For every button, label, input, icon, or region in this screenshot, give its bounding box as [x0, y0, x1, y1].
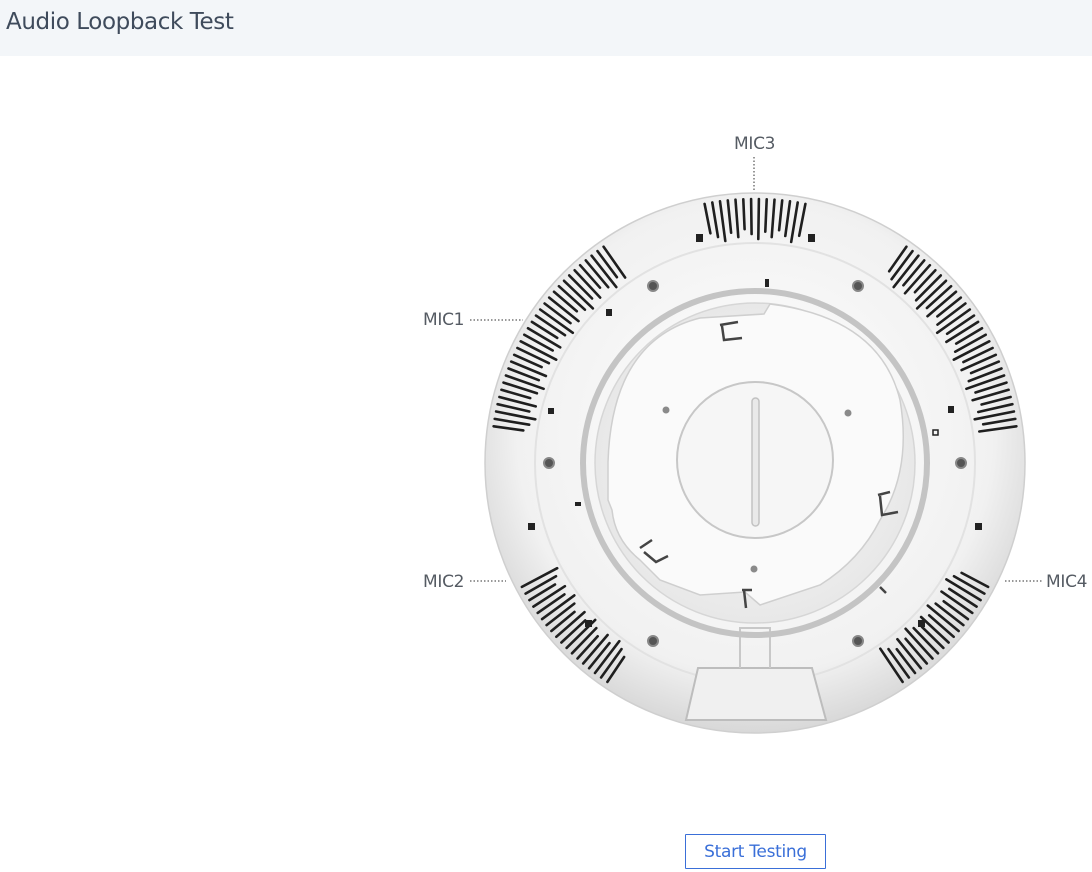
device-illustration [470, 157, 1042, 734]
mic4-label: MIC4 [1046, 572, 1088, 592]
grille-slot [741, 198, 746, 231]
mic3-label: MIC3 [734, 134, 776, 154]
grille-slot [756, 197, 761, 241]
mic1-label: MIC1 [423, 310, 465, 330]
grille-slot [749, 197, 753, 236]
mic2-label: MIC2 [423, 572, 465, 592]
connector-notch [684, 667, 828, 721]
start-testing-button[interactable]: Start Testing [685, 834, 826, 869]
grille-slot [763, 198, 769, 233]
